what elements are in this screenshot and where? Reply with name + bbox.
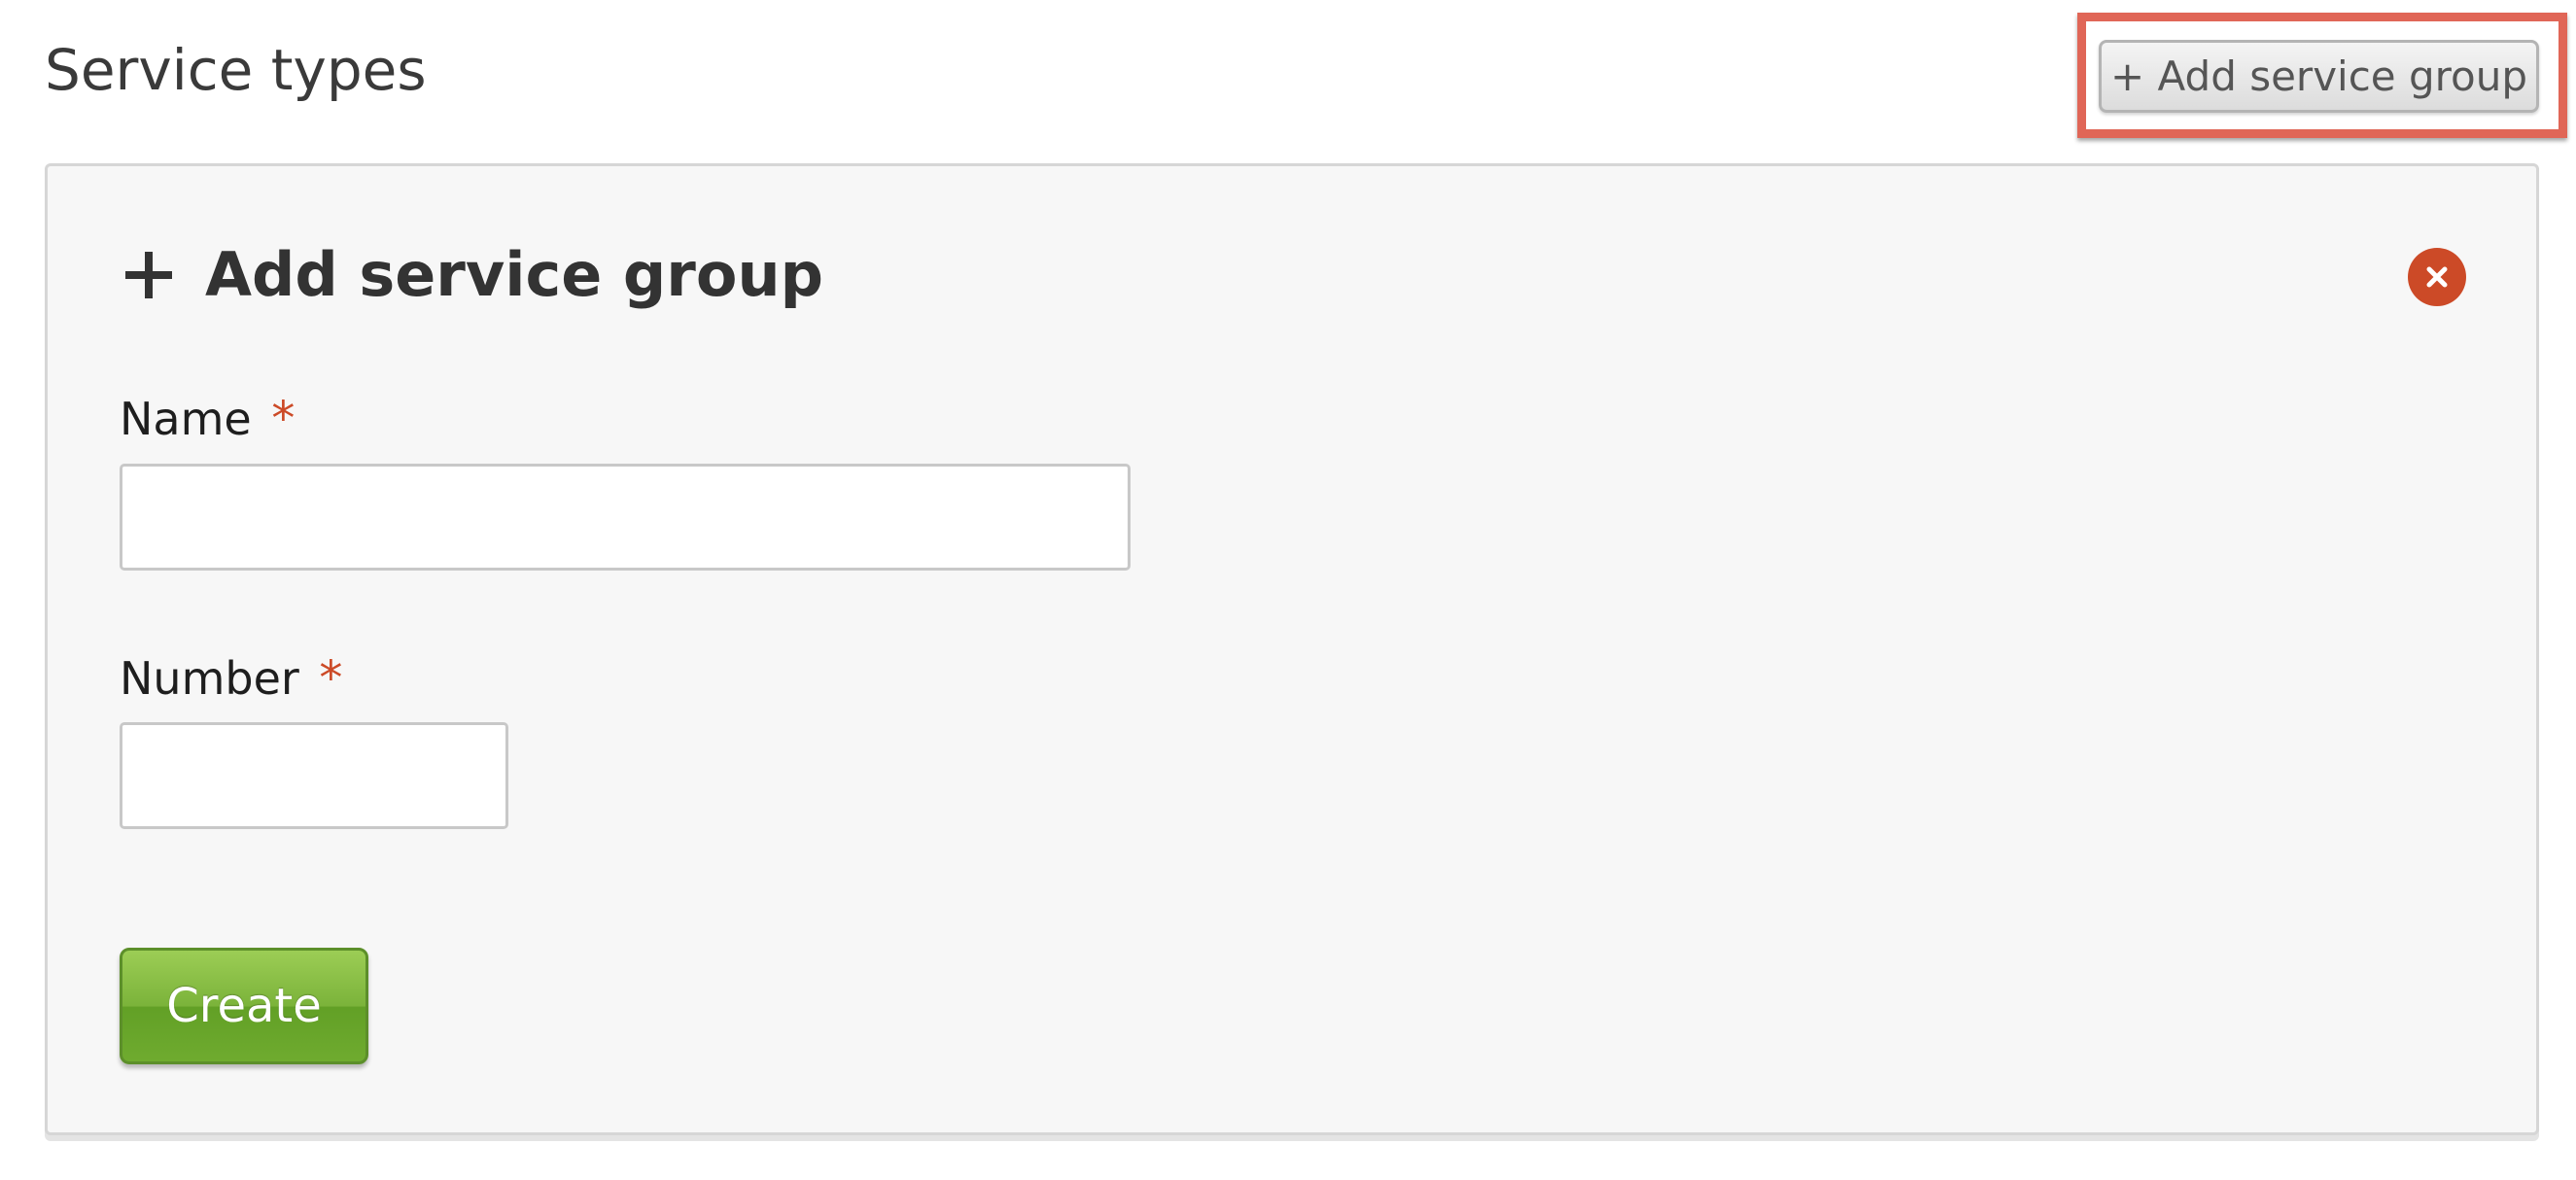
close-icon xyxy=(2426,266,2448,288)
page-title: Service types xyxy=(45,37,427,103)
name-field-label: Name * xyxy=(120,390,295,448)
plus-icon xyxy=(125,252,172,298)
name-label-text: Name xyxy=(120,393,252,445)
create-button[interactable]: Create xyxy=(120,948,368,1064)
name-input[interactable] xyxy=(120,464,1131,571)
add-service-group-button[interactable]: + Add service group xyxy=(2099,40,2539,113)
add-service-group-panel: Add service group Name * Number * Create xyxy=(45,163,2539,1135)
number-input[interactable] xyxy=(120,722,508,829)
number-field-label: Number * xyxy=(120,649,342,708)
number-label-text: Number xyxy=(120,652,299,705)
panel-header: Add service group xyxy=(125,236,823,314)
close-panel-button[interactable] xyxy=(2408,248,2466,306)
required-marker: * xyxy=(271,392,296,446)
panel-title: Add service group xyxy=(205,239,823,310)
service-types-page: Service types + Add service group Add se… xyxy=(0,0,2576,1180)
required-marker: * xyxy=(319,651,343,706)
